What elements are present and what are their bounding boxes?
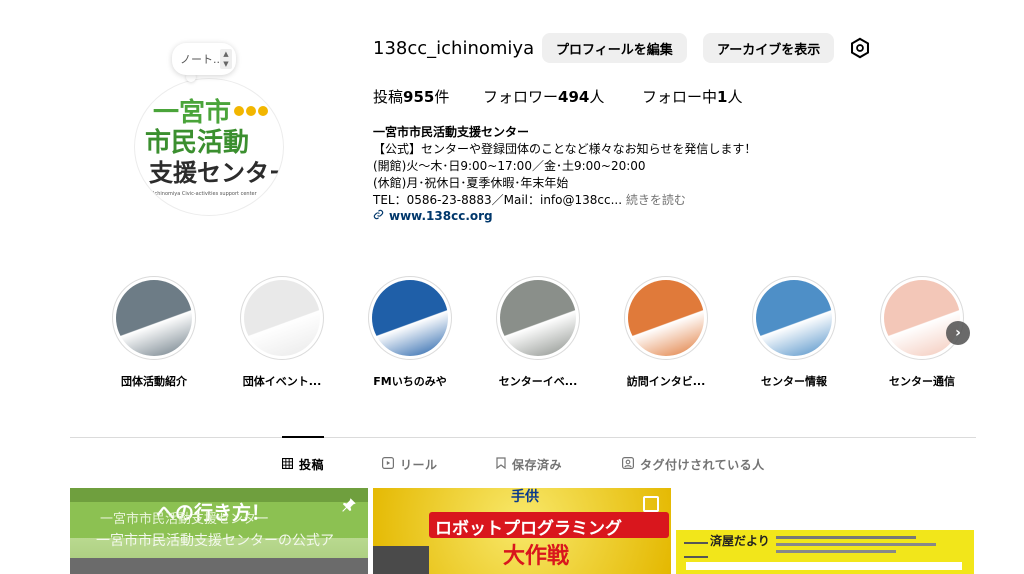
highlight-cover (624, 276, 708, 360)
posts-count: 投稿955件 (373, 88, 450, 106)
logo-line-3: 支援センター (149, 159, 283, 187)
note-stepper[interactable]: ▲ ▼ (220, 49, 232, 69)
bio-line: (開館)火～木･日9:00~17:00／金･土9:00~20:00 (373, 159, 646, 173)
tab-saved[interactable]: 保存済み (496, 456, 562, 473)
highlight-image (884, 280, 960, 356)
note-text: ノート... (180, 53, 224, 66)
settings-gear-icon[interactable] (849, 37, 871, 59)
tab-tagged[interactable]: タグ付けされている人 (622, 456, 765, 473)
bio-line: 【公式】センターや登録団体のことなど様々なお知らせを発信します！ (373, 142, 757, 156)
grid-icon (282, 457, 294, 472)
post-badge: 手供 (511, 489, 539, 505)
bookmark-icon (496, 457, 506, 472)
logo-line-1: 一宮市 (153, 97, 231, 128)
post-subtitle: 一宮市市民活動支援センター (100, 512, 270, 527)
tab-reels[interactable]: リール (382, 456, 438, 473)
logo-line-2: 市民活動 (145, 127, 249, 158)
website-link[interactable]: www.138cc.org (373, 209, 493, 223)
pin-icon (340, 496, 358, 518)
highlight-label: 訪問インタビ... (626, 375, 706, 388)
highlight-cover (240, 276, 324, 360)
post-overlay-text: 一宮市市民活動支援センターの公式ア (96, 533, 334, 549)
highlight-cover (368, 276, 452, 360)
highlight-cover (880, 276, 964, 360)
following-count[interactable]: フォロー中1人 (642, 86, 742, 107)
profile-bio: 一宮市市民活動支援センター 【公式】センターや登録団体のことなど様々なお知らせを… (373, 124, 843, 209)
multi-image-icon (643, 496, 659, 512)
tagged-icon (622, 457, 635, 472)
story-highlight[interactable]: 団体活動紹介 (102, 276, 206, 389)
highlight-image (244, 280, 320, 356)
active-tab-indicator (282, 436, 324, 438)
tab-posts[interactable]: 投稿 (282, 456, 324, 473)
highlight-image (756, 280, 832, 356)
center-logo: 一宮市 市民活動 支援センター Ichinomiya Civic-activit… (145, 97, 283, 197)
story-highlight[interactable]: 団体イベント... (230, 276, 334, 389)
highlight-label: FMいちのみや (373, 375, 447, 388)
bio-line: (休館)月･祝休日･夏季休暇･年末年始 (373, 176, 569, 190)
story-highlight[interactable]: センターイベ... (486, 276, 590, 389)
post-title: ロボットプログラミング (435, 519, 622, 539)
highlight-image (116, 280, 192, 356)
post-thumbnail[interactable]: 手供 ロボットプログラミング 大作戦 (373, 488, 671, 574)
website-link-text[interactable]: www.138cc.org (389, 209, 493, 223)
followers-count[interactable]: フォロワー494人 (483, 86, 604, 107)
profile-avatar[interactable]: 一宮市 市民活動 支援センター Ichinomiya Civic-activit… (134, 78, 284, 216)
tab-divider (70, 437, 976, 438)
read-more-link[interactable]: 続きを読む (626, 193, 686, 207)
post-subtitle: 大作戦 (503, 544, 570, 569)
story-highlight[interactable]: FMいちのみや (358, 276, 462, 389)
reels-icon (382, 457, 395, 472)
bio-name: 一宮市市民活動支援センター (373, 125, 530, 139)
post-thumbnail[interactable]: への行き方！ 一宮市市民活動支援センター 一宮市市民活動支援センターの公式ア (70, 488, 368, 574)
highlight-image (372, 280, 448, 356)
highlight-label: 団体活動紹介 (121, 375, 187, 388)
profile-username: 138cc_ichinomiya (373, 38, 535, 59)
edit-profile-button[interactable]: プロフィールを編集 (542, 33, 687, 63)
view-archive-button[interactable]: アーカイブを表示 (703, 33, 835, 63)
story-highlight[interactable]: 訪問インタビ... (614, 276, 718, 389)
logo-caption: Ichinomiya Civic-activities support cent… (153, 191, 258, 197)
bio-line-contact: TEL：0586-23-8883／Mail：info@138cc... 続きを読… (373, 193, 686, 207)
highlight-label: 団体イベント... (242, 375, 322, 388)
highlight-cover (112, 276, 196, 360)
highlight-label: センターイベ... (498, 375, 578, 388)
highlight-label: センター情報 (761, 375, 827, 388)
chevron-right-icon[interactable]: › (946, 321, 970, 345)
post-title: 済屋だより (710, 534, 770, 548)
post-thumbnail[interactable]: 済屋だより (676, 488, 974, 574)
highlight-label: センター通信 (889, 375, 955, 388)
highlight-image (500, 280, 576, 356)
highlight-image (628, 280, 704, 356)
highlight-cover (752, 276, 836, 360)
link-icon (373, 209, 384, 223)
story-highlight[interactable]: センター情報 (742, 276, 846, 389)
highlight-cover (496, 276, 580, 360)
note-bubble[interactable]: ノート... ▲ ▼ (172, 43, 236, 75)
